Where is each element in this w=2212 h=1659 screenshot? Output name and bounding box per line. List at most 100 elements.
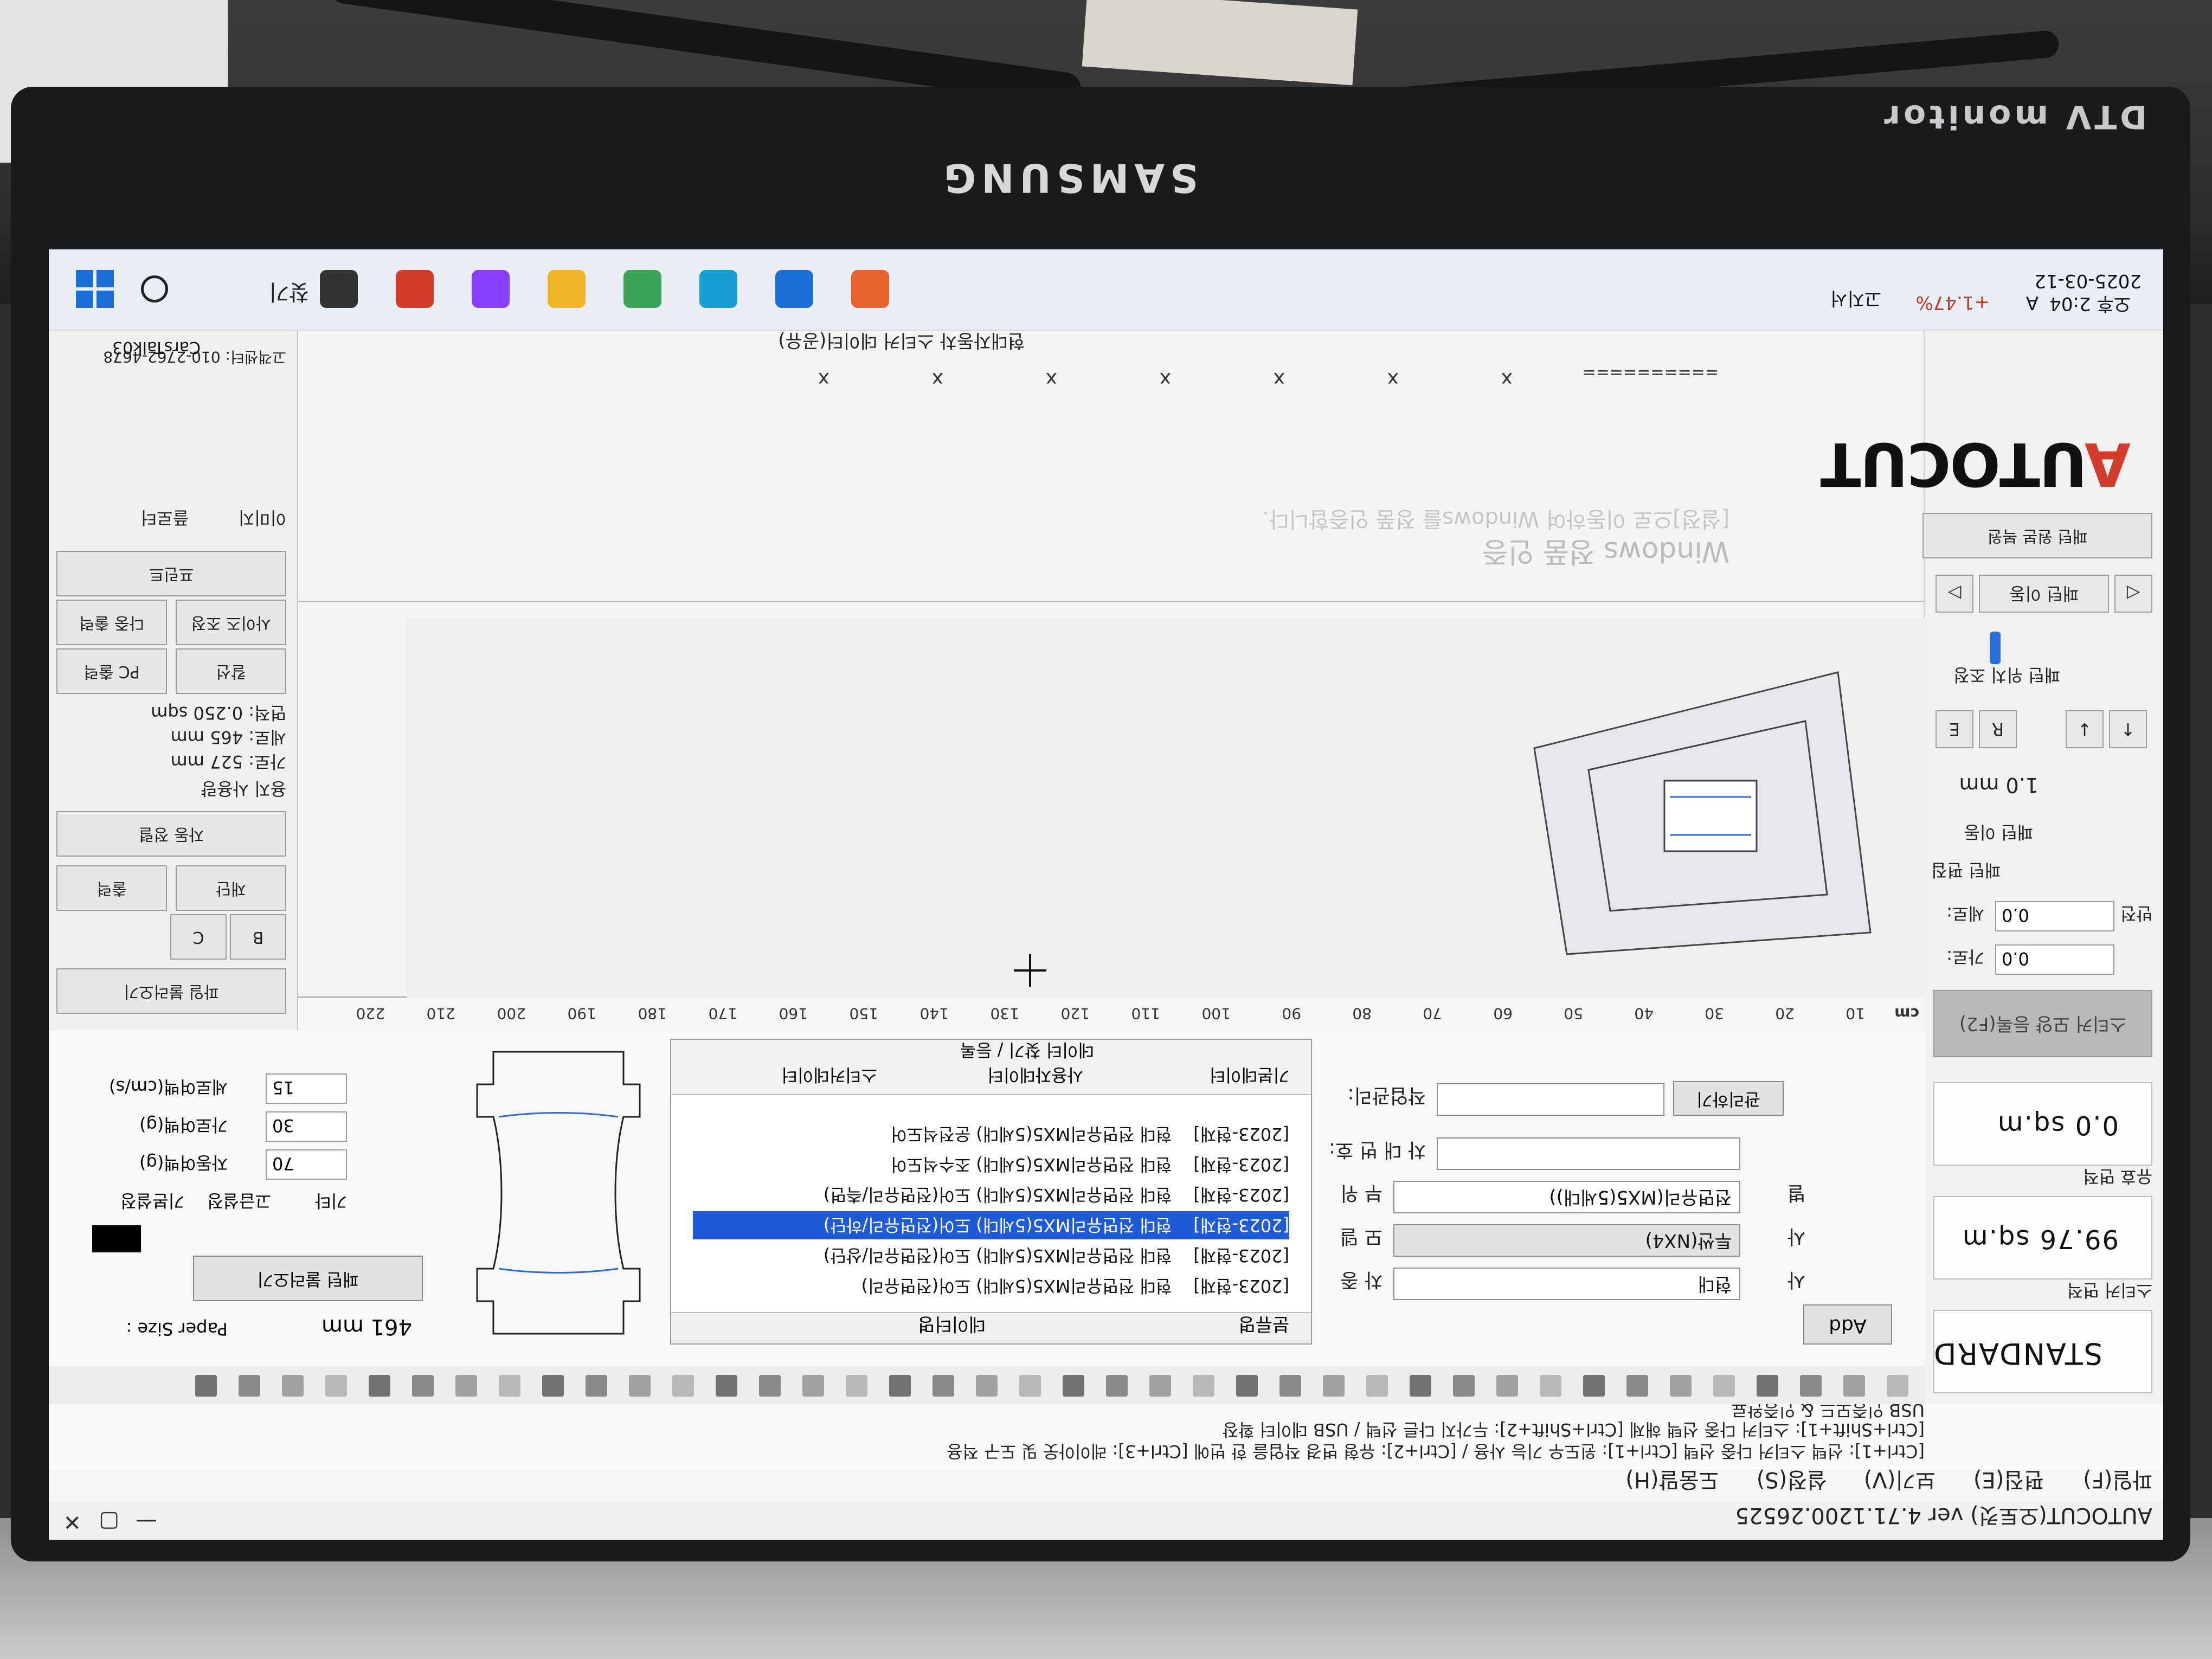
edge-dev-icon[interactable] — [623, 270, 661, 308]
ie-icon[interactable] — [472, 270, 510, 308]
toolbar-tool-icon[interactable] — [499, 1375, 520, 1397]
tab-user-data[interactable]: 사용자데이터 — [987, 1064, 1083, 1089]
list-item[interactable]: [2023-현재] 현대 전면유리MX5(5세대) 운전석도어 — [693, 1120, 1289, 1148]
tray-input[interactable]: A — [2026, 292, 2039, 313]
close-icon[interactable]: ✕ — [63, 1509, 81, 1534]
work-canvas[interactable] — [407, 618, 1925, 998]
toolbar-tool-icon[interactable] — [1236, 1375, 1258, 1397]
toolbar-tool-icon[interactable] — [1279, 1375, 1301, 1397]
toolbar-tool-icon[interactable] — [1019, 1375, 1041, 1397]
column-name[interactable]: 데이터명 — [918, 1313, 986, 1339]
load-pattern-button[interactable]: 패턴 불러오기 — [193, 1256, 423, 1301]
toolbar-tool-icon[interactable] — [1713, 1375, 1735, 1397]
toolbar-tool-icon[interactable] — [239, 1375, 260, 1397]
arrow-key-r[interactable]: R — [1979, 710, 2017, 748]
toolbar-tool-icon[interactable] — [195, 1375, 217, 1397]
toolbar-tool-icon[interactable] — [802, 1375, 824, 1397]
menu-file[interactable]: 파일(F) — [2083, 1466, 2152, 1497]
toolbar-tool-icon[interactable] — [1410, 1375, 1431, 1397]
model-input[interactable]: 투싼(NX4) — [1393, 1224, 1740, 1257]
move-up-icon[interactable]: ↑ — [2109, 710, 2147, 748]
printer-button[interactable]: 프린트 — [56, 551, 286, 596]
toolbar-tool-icon[interactable] — [1626, 1375, 1648, 1397]
toolbar-tool-icon[interactable] — [369, 1375, 390, 1397]
menu-view[interactable]: 보기(V) — [1864, 1466, 1935, 1497]
add-button[interactable]: Add — [1803, 1304, 1892, 1345]
cut-button[interactable]: 재단 — [176, 865, 286, 911]
search-box[interactable]: 찾기 — [190, 270, 309, 313]
toolbar-tool-icon[interactable] — [1843, 1375, 1865, 1397]
pc-output-button[interactable]: PC 출력 — [56, 648, 167, 694]
vin-input[interactable] — [1437, 1137, 1740, 1170]
size-tab-other[interactable]: 기타 — [315, 1189, 347, 1214]
toolbar-tool-icon[interactable] — [1540, 1375, 1561, 1397]
folder-icon[interactable] — [548, 270, 586, 308]
menu-settings[interactable]: 설정(S) — [1757, 1466, 1827, 1497]
toolbar-tool-icon[interactable] — [1149, 1375, 1171, 1397]
toolbar-tool-icon[interactable] — [1453, 1375, 1475, 1397]
color-swatch[interactable] — [92, 1225, 141, 1252]
toolbar-tool-icon[interactable] — [672, 1375, 694, 1397]
list-item[interactable]: [2023-현재] 현대 전면유리MX5(5세대) 도어(전면유리) — [693, 1272, 1289, 1300]
toolbar-tool-icon[interactable] — [933, 1375, 954, 1397]
part-input[interactable]: 전면유리(MX5(5세대)) — [1393, 1181, 1740, 1213]
menu-help[interactable]: 도움말(H) — [1625, 1466, 1719, 1497]
toolbar-tool-icon[interactable] — [586, 1375, 607, 1397]
toolbar-tool-icon[interactable] — [889, 1375, 911, 1397]
toolbar-tool-icon[interactable] — [325, 1375, 347, 1397]
edge-icon[interactable] — [699, 270, 737, 308]
margin-input-vertical[interactable]: 15 — [266, 1073, 347, 1104]
maximize-icon[interactable]: ▢ — [99, 1509, 119, 1534]
multi-output-button[interactable]: 다중 출력 — [56, 600, 167, 645]
move-down-icon[interactable]: ↓ — [2066, 710, 2104, 748]
size-tab-advanced[interactable]: 고급설정 — [207, 1189, 271, 1214]
task-view-icon[interactable] — [320, 270, 358, 308]
toolbar-tool-icon[interactable] — [759, 1375, 781, 1397]
toolbar-tool-icon[interactable] — [1583, 1375, 1605, 1397]
toolbar-tool-icon[interactable] — [1323, 1375, 1345, 1397]
column-category[interactable]: 분류명 — [1238, 1313, 1289, 1339]
toolbar-tool-icon[interactable] — [542, 1375, 564, 1397]
minimize-icon[interactable]: — — [136, 1509, 157, 1534]
toolbar-tool-icon[interactable] — [1193, 1375, 1214, 1397]
arrow-key-e[interactable]: E — [1935, 710, 1973, 748]
auto-align-button[interactable]: 자동 정렬 — [56, 811, 286, 857]
toolbar-tool-icon[interactable] — [1106, 1375, 1128, 1397]
manage-button[interactable]: 관리하기 — [1673, 1081, 1784, 1116]
small-button-b[interactable]: B — [230, 914, 286, 960]
toolbar-tool-icon[interactable] — [1063, 1375, 1084, 1397]
size-tab-basic[interactable]: 기본설정 — [120, 1189, 184, 1214]
windows-start-icon[interactable] — [76, 270, 114, 308]
next-icon[interactable]: ▷ — [1935, 575, 1973, 613]
work-input[interactable] — [1437, 1083, 1664, 1116]
load-file-button[interactable]: 파일 불러오기 — [56, 968, 286, 1014]
resize-button[interactable]: 사이즈 조정 — [176, 600, 286, 645]
register-shape-button[interactable]: 스티커 모양 등록(F2) — [1933, 990, 2152, 1057]
toolbar-tool-icon[interactable] — [455, 1375, 477, 1397]
width-input[interactable]: 0.0 — [1995, 944, 2114, 975]
checkbox-part[interactable]: 별 — [1787, 1181, 1805, 1209]
restore-original-button[interactable]: 패턴 원본 복원 — [1922, 513, 2152, 558]
cut-line-button[interactable]: 칼선 — [176, 648, 286, 694]
tab-basic-data[interactable]: 기본데이터 — [1210, 1064, 1289, 1089]
toolbar-tool-icon[interactable] — [629, 1375, 651, 1397]
file-explorer-icon[interactable] — [775, 270, 813, 308]
rotate-toggle[interactable]: 반전 — [2120, 902, 2152, 927]
copilot-icon[interactable] — [396, 270, 434, 308]
sub-tab-search[interactable]: 데이터 찾기 / 등록 — [960, 1039, 1094, 1064]
list-item[interactable]: [2023-현재] 현대 전면유리MX5(5세대) 조수석도어 — [693, 1150, 1289, 1179]
list-item[interactable]: [2023-현재] 현대 전면유리MX5(5세대) 도어(전면유리/측면) — [693, 1181, 1289, 1209]
toolbar-tool-icon[interactable] — [282, 1375, 304, 1397]
tray-stock[interactable]: +1.47% — [1916, 292, 1990, 313]
menu-edit[interactable]: 편집(E) — [1973, 1466, 2044, 1497]
toolbar-tool-icon[interactable] — [1757, 1375, 1778, 1397]
tab-sticker-data[interactable]: 스티커데이터 — [781, 1064, 877, 1089]
autocut-app-icon[interactable] — [851, 270, 889, 308]
print-button[interactable]: 출력 — [56, 865, 167, 911]
toolbar-tool-icon[interactable] — [1800, 1375, 1822, 1397]
search-icon[interactable] — [141, 275, 168, 303]
small-button-c[interactable]: C — [170, 914, 227, 960]
toolbar-tool-icon[interactable] — [1887, 1375, 1908, 1397]
tray-news[interactable]: 고지서 — [1830, 287, 1881, 313]
toolbar-tool-icon[interactable] — [412, 1375, 434, 1397]
